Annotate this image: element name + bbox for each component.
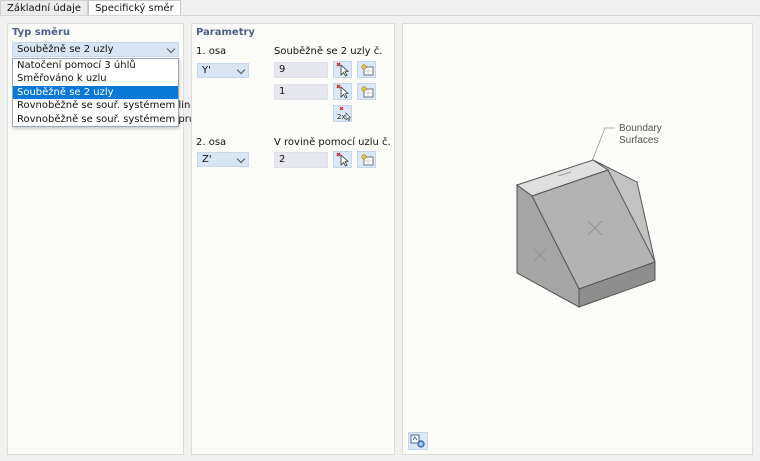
model-preview: [515, 127, 656, 308]
new-node-icon: [361, 64, 374, 76]
pick-cursor-icon: [336, 84, 349, 99]
direction-type-options: Natočení pomocí 3 úhlů Směřováno k uzlu …: [12, 58, 205, 127]
chevron-down-icon: [236, 65, 246, 75]
axis1-node1-input[interactable]: 9: [274, 62, 328, 78]
axis1-select[interactable]: Y': [197, 63, 249, 78]
new-node-button-3[interactable]: [357, 151, 376, 168]
axis2-value: Z': [202, 154, 212, 165]
svg-text:2x: 2x: [337, 113, 346, 121]
axis2-label: 2. osa: [196, 137, 227, 148]
option-parallel-2-nodes[interactable]: Souběžně se 2 uzly: [13, 85, 178, 100]
pick-node-button[interactable]: [333, 61, 352, 78]
parameters-title: Parametry: [196, 27, 255, 38]
axis1-label: 1. osa: [196, 46, 227, 57]
direction-type-dropdown[interactable]: Souběžně se 2 uzly: [12, 42, 179, 57]
parameters-panel: Parametry 1. osa Souběžně se 2 uzly č. Y…: [191, 23, 395, 455]
option-parallel-line-cs[interactable]: Rovnoběžně se souř. systémem linie: [13, 99, 199, 112]
boundary-surfaces-label: Boundary Surfaces: [619, 123, 662, 147]
tab-specific-direction[interactable]: Specifický směr: [88, 0, 181, 16]
axis1-header: Souběžně se 2 uzly č.: [274, 46, 383, 57]
boundary-label-line2: Surfaces: [619, 135, 659, 146]
chevron-down-icon: [236, 154, 246, 164]
pick-two-nodes-button[interactable]: 2x: [333, 105, 352, 122]
option-parallel-member-cs[interactable]: Rovnoběžně se souř. systémem prutu: [13, 113, 205, 126]
axis2-select[interactable]: Z': [197, 152, 249, 167]
tab-bar: Základní údaje Specifický směr: [0, 0, 181, 16]
direction-type-title: Typ směru: [12, 27, 70, 38]
view-settings-icon: [410, 434, 425, 448]
option-rotation-3-angles[interactable]: Natočení pomocí 3 úhlů: [13, 59, 178, 72]
axis1-value: Y': [202, 65, 211, 76]
pick-node-button-2[interactable]: [333, 83, 352, 100]
view-options-button[interactable]: [408, 432, 428, 450]
new-node-button[interactable]: [357, 61, 376, 78]
boundary-label-line1: Boundary: [619, 123, 662, 134]
preview-panel: Boundary Surfaces: [402, 23, 753, 455]
pick-node-button-3[interactable]: [333, 151, 352, 168]
pick-2x-icon: 2x: [337, 106, 351, 121]
axis2-node-input[interactable]: 2: [274, 152, 328, 168]
chevron-down-icon: [166, 44, 176, 54]
axis1-node2-input[interactable]: 1: [274, 84, 328, 100]
new-node-button-2[interactable]: [357, 83, 376, 100]
axis2-header: V rovině pomocí uzlu č.: [274, 137, 391, 148]
direction-type-panel: Typ směru Souběžně se 2 uzly Natočení po…: [7, 23, 205, 455]
new-node-icon: [361, 86, 374, 98]
direction-type-value: Souběžně se 2 uzly: [17, 44, 114, 55]
tab-basic-data[interactable]: Základní údaje: [0, 0, 89, 16]
pick-cursor-icon: [336, 62, 349, 77]
leader-line: [591, 127, 615, 162]
new-node-icon: [361, 154, 374, 166]
tab-divider: [0, 15, 760, 16]
option-directed-to-node[interactable]: Směřováno k uzlu: [13, 72, 178, 85]
pick-cursor-icon: [336, 152, 349, 167]
